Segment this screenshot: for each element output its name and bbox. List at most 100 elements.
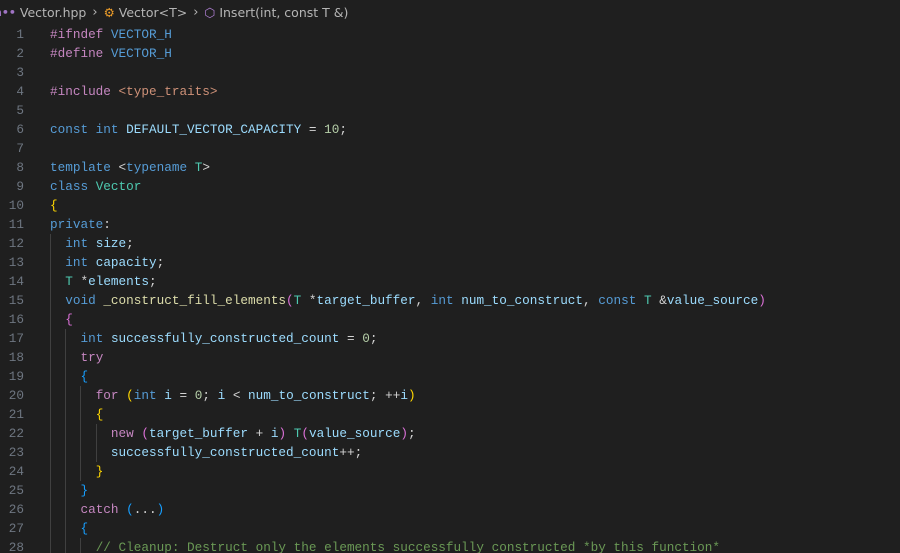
code-line: 16 { <box>0 310 900 329</box>
code-token: int <box>430 293 462 308</box>
code-token: VECTOR_H <box>110 27 172 42</box>
code-token: private <box>50 217 104 232</box>
code-token: VECTOR_H <box>110 46 172 61</box>
line-number: 3 <box>16 65 24 80</box>
code-token: ) <box>407 388 416 403</box>
code-text: const int DEFAULT_VECTOR_CAPACITY = 10; <box>50 120 347 139</box>
code-token: for <box>95 388 127 403</box>
code-token: successfully_constructed_count <box>110 331 340 346</box>
code-token: { <box>80 369 89 384</box>
code-token: ( <box>301 426 309 441</box>
code-text: { <box>50 405 104 424</box>
code-token: _construct_fill_elements <box>103 293 287 308</box>
code-line: 8 template <typename T> <box>0 158 900 177</box>
code-line: 22 new (target_buffer + i) T(value_sourc… <box>0 424 900 443</box>
code-token: ( <box>141 426 150 441</box>
code-line: 18 try <box>0 348 900 367</box>
line-number: 21 <box>8 407 24 422</box>
code-text: { <box>50 310 73 329</box>
breadcrumb: h•• Vector.hpp › ⚙ Vector<T> › ⬡ Insert(… <box>0 0 900 25</box>
code-line: 2 #define VECTOR_H <box>0 44 900 63</box>
breadcrumb-class[interactable]: Vector<T> <box>119 5 187 20</box>
code-text: successfully_constructed_count++; <box>50 443 362 462</box>
code-token: int <box>65 255 96 270</box>
code-token: } <box>80 483 89 498</box>
line-number: 24 <box>8 464 24 479</box>
code-line: 24 } <box>0 462 900 481</box>
code-line: 27 { <box>0 519 900 538</box>
code-token: Vector <box>95 179 142 194</box>
chevron-right-icon: › <box>92 5 98 20</box>
code-token: , <box>583 293 599 308</box>
code-text: } <box>50 462 104 481</box>
code-token: ; <box>126 236 134 251</box>
breadcrumb-file[interactable]: Vector.hpp <box>20 5 86 20</box>
code-token: int <box>80 331 111 346</box>
line-number: 20 <box>8 388 24 403</box>
code-line: 4 #include <type_traits> <box>0 82 900 101</box>
code-token: const int <box>50 122 127 137</box>
code-token: ) <box>156 502 165 517</box>
code-token: T <box>643 293 660 308</box>
code-token: { <box>95 407 104 422</box>
line-number: 10 <box>8 198 24 213</box>
code-text: template <typename T> <box>50 158 210 177</box>
code-line: 1 #ifndef VECTOR_H <box>0 25 900 44</box>
line-number: 14 <box>8 274 24 289</box>
line-number: 15 <box>8 293 24 308</box>
line-number: 11 <box>8 217 24 232</box>
code-token: ( <box>126 502 134 517</box>
code-line: 21 { <box>0 405 900 424</box>
code-token: i <box>400 388 408 403</box>
code-token: T <box>65 274 81 289</box>
line-number: 13 <box>8 255 24 270</box>
code-token: num_to_construct <box>461 293 584 308</box>
class-icon: ⚙ <box>103 5 115 20</box>
code-token: num_to_construct <box>248 388 370 403</box>
code-token: <type_traits> <box>118 84 218 99</box>
code-line: 28 // Cleanup: Destruct only the element… <box>0 538 900 553</box>
code-line: 7 <box>0 139 900 158</box>
line-number: 2 <box>16 46 24 61</box>
line-number: 8 <box>16 160 24 175</box>
code-text: void _construct_fill_elements(T *target_… <box>50 291 766 310</box>
code-token: // Cleanup: Destruct only the elements s… <box>95 540 721 553</box>
code-token: ; <box>339 122 347 137</box>
code-token: void <box>65 293 104 308</box>
code-text: try <box>50 348 103 367</box>
code-token: { <box>50 198 58 213</box>
code-token: ; ++ <box>369 388 401 403</box>
code-line: 13 int capacity; <box>0 253 900 272</box>
line-number: 22 <box>8 426 24 441</box>
code-text: T *elements; <box>50 272 156 291</box>
line-number: 7 <box>16 141 24 156</box>
code-token: , <box>415 293 431 308</box>
code-token: + <box>248 426 271 441</box>
breadcrumb-method[interactable]: Insert(int, const T &) <box>219 5 348 20</box>
code-token: #ifndef <box>50 27 111 42</box>
code-token: = <box>339 331 363 346</box>
code-token: ; <box>156 255 165 270</box>
code-token: = <box>171 388 195 403</box>
code-token: typename <box>126 160 195 175</box>
code-token: T <box>293 293 309 308</box>
code-token: < <box>118 160 127 175</box>
code-token: = <box>301 122 325 137</box>
code-line: 25 } <box>0 481 900 500</box>
code-token: template <box>50 160 119 175</box>
line-number: 1 <box>16 27 24 42</box>
code-line: 10 { <box>0 196 900 215</box>
code-token: ) <box>400 426 408 441</box>
code-text: int size; <box>50 234 134 253</box>
code-editor[interactable]: 1 #ifndef VECTOR_H 2 #define VECTOR_H 3 4 #inc… <box>0 25 900 553</box>
code-token: 10 <box>324 122 340 137</box>
